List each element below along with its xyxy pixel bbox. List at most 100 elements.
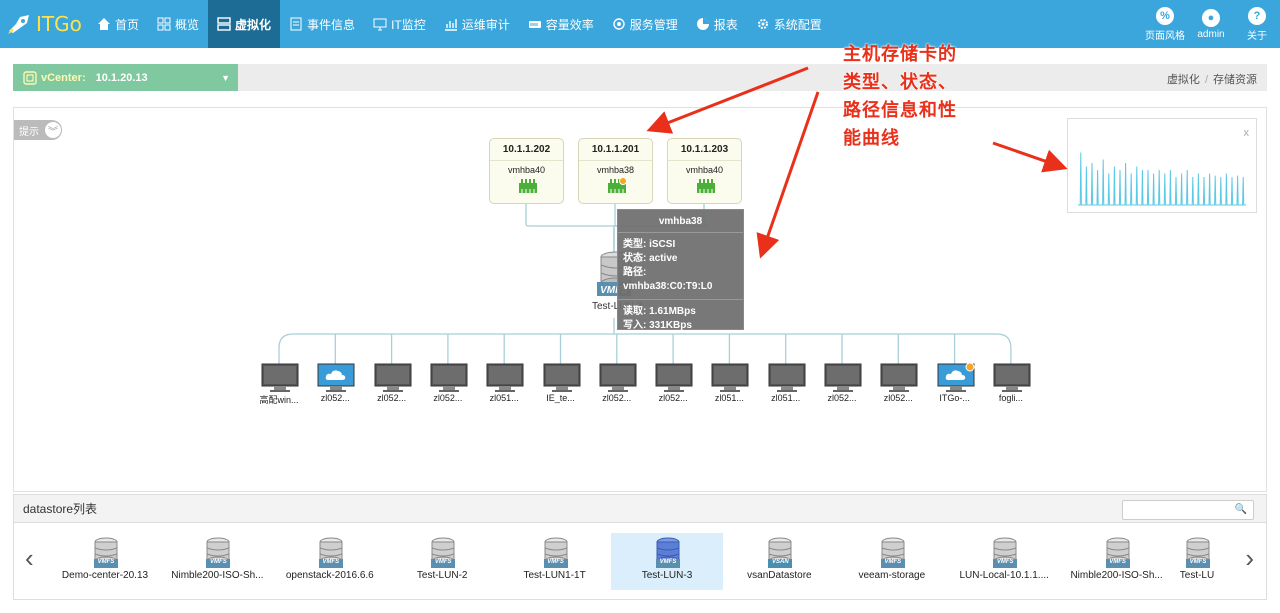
nav-item-0[interactable]: 首页 xyxy=(88,0,148,48)
vm-node[interactable]: zl052... xyxy=(592,363,642,403)
vm-name: fogli... xyxy=(998,393,1023,403)
vm-node[interactable]: zl052... xyxy=(648,363,698,403)
datastore-item[interactable]: VMFS Test-LUN-2 xyxy=(386,533,498,590)
nav-item-7[interactable]: 服务管理 xyxy=(603,0,687,48)
datastore-item[interactable]: VMFS Test-LU xyxy=(1173,533,1221,590)
datastore-item[interactable]: VMFS Test-LUN-3 xyxy=(611,533,723,590)
vm-name: zl052... xyxy=(377,393,407,403)
vm-node[interactable]: zl051... xyxy=(761,363,811,403)
vcenter-selector[interactable]: vCenter: 10.1.20.13 ▼ xyxy=(13,64,238,91)
datastore-badge: VMFS xyxy=(434,559,452,565)
rocket-icon xyxy=(8,15,29,34)
user-nav: % 页面风格 ● admin? 关于 xyxy=(1142,0,1280,48)
nav-item-6[interactable]: 容量效率 xyxy=(519,0,603,48)
datastore-icon: VMFS xyxy=(317,537,343,568)
main-nav: 首页 概览 虚拟化 事件信息 IT监控 运维审计 容量效率 服务管理 报表 系统配置 xyxy=(88,0,831,48)
cloud-vm-icon xyxy=(317,363,355,392)
host-node[interactable]: 10.1.1.202 vmhba40 xyxy=(489,138,564,204)
datastore-badge: VMFS xyxy=(547,559,564,565)
user-nav-label: 页面风格 xyxy=(1145,30,1185,42)
vm-node[interactable]: zl051... xyxy=(704,363,754,403)
home-icon xyxy=(97,17,111,31)
nav-item-8[interactable]: 报表 xyxy=(687,0,747,48)
nav-item-1[interactable]: 概览 xyxy=(148,0,208,48)
datastore-icon: VMFS xyxy=(542,537,568,568)
datastore-icon: VMFS xyxy=(654,537,680,568)
datastore-name: Nimble200-ISO-Sh... xyxy=(171,570,264,581)
carousel-next-button[interactable]: › xyxy=(1245,545,1254,571)
nav-item-label: 系统配置 xyxy=(773,17,822,32)
hint-label: 提示 xyxy=(19,126,39,138)
app-logo[interactable]: ITGo xyxy=(6,8,82,40)
hba-name: vmhba38 xyxy=(596,165,635,175)
user-nav-item-1[interactable]: ● admin xyxy=(1188,0,1234,48)
breadcrumb: 虚拟化 / 存储资源 xyxy=(1167,71,1257,87)
datastore-item[interactable]: VMFS openstack-2016.6.6 xyxy=(274,533,386,590)
nic-warning-icon xyxy=(607,177,627,193)
vm-node[interactable]: zl052... xyxy=(423,363,473,403)
host-node[interactable]: 10.1.1.203 vmhba40 xyxy=(667,138,742,204)
datastore-list-panel: datastore列表 🔍 ‹ VMFS Demo-center-20.13 VMF… xyxy=(13,494,1267,600)
nav-item-label: 报表 xyxy=(713,17,738,32)
vcenter-label: vCenter: xyxy=(41,71,86,84)
vm-node[interactable]: zl052... xyxy=(817,363,867,403)
vm-node[interactable]: ITGo-... xyxy=(930,362,980,403)
annotation-callout: 主机存储卡的 类型、状态、 路径信息和性 能曲线 xyxy=(843,40,983,152)
datastore-item[interactable]: VMFS Demo-center-20.13 xyxy=(49,533,161,590)
service-icon xyxy=(612,17,626,31)
datastore-search-input[interactable]: 🔍 xyxy=(1122,500,1254,520)
monitor-icon xyxy=(373,17,387,31)
nav-item-4[interactable]: IT监控 xyxy=(364,0,435,48)
carousel-prev-button[interactable]: ‹ xyxy=(25,545,34,571)
user-nav-item-0[interactable]: % 页面风格 xyxy=(1142,0,1188,48)
user-nav-item-2[interactable]: ? 关于 xyxy=(1234,0,1280,48)
logo-text: ITGo xyxy=(36,12,82,36)
tooltip-status: 状态: active xyxy=(623,253,678,264)
hba-name: vmhba40 xyxy=(685,165,724,175)
breadcrumb-current: 存储资源 xyxy=(1213,74,1257,86)
datastore-badge: VMFS xyxy=(210,559,227,565)
vm-node[interactable]: IE_te... xyxy=(536,363,586,403)
tooltip-path: 路径: vmhba38:C0:T9:L0 xyxy=(623,267,713,292)
hba-name: vmhba40 xyxy=(507,165,546,175)
annotation-line: 能曲线 xyxy=(843,128,900,148)
datastore-badge: VMFS xyxy=(322,559,340,565)
nav-item-9[interactable]: 系统配置 xyxy=(747,0,831,48)
datastore-item[interactable]: VSAN vsanDatastore xyxy=(723,533,835,590)
breadcrumb-parent[interactable]: 虚拟化 xyxy=(1167,74,1200,86)
vm-node[interactable]: zl052... xyxy=(310,363,360,403)
vm-node[interactable]: zl051... xyxy=(479,363,529,403)
nav-item-3[interactable]: 事件信息 xyxy=(280,0,364,48)
vm-node[interactable]: zl052... xyxy=(367,363,417,403)
datastore-item[interactable]: VMFS LUN-Local-10.1.1.... xyxy=(948,533,1060,590)
datastore-name: Test-LUN-3 xyxy=(641,570,693,581)
search-icon: 🔍 xyxy=(1234,504,1247,515)
nav-item-2[interactable]: 虚拟化 xyxy=(208,0,281,48)
close-icon[interactable]: x xyxy=(1244,127,1250,139)
nav-item-label: 运维审计 xyxy=(461,17,510,32)
chevron-down-icon: ︾ xyxy=(45,122,61,138)
datastore-item[interactable]: VMFS Nimble200-ISO-Sh... xyxy=(161,533,273,590)
vm-monitor-icon xyxy=(655,363,693,392)
chevron-down-icon: ▼ xyxy=(221,73,230,83)
nav-item-5[interactable]: 运维审计 xyxy=(435,0,519,48)
datastore-icon: VMFS xyxy=(879,537,905,568)
host-ip: 10.1.1.203 xyxy=(668,139,741,161)
vm-name: zl051... xyxy=(489,393,519,403)
hba-tooltip: vmhba38 类型: iSCSI 状态: active 路径: vmhba38… xyxy=(617,209,744,331)
datastore-icon: VMFS xyxy=(1104,537,1130,568)
hint-toggle[interactable]: 提示 ︾ xyxy=(14,120,62,140)
vm-node[interactable]: fogli... xyxy=(986,363,1036,403)
annotation-line: 路径信息和性 xyxy=(843,100,957,120)
vm-node[interactable]: zl052... xyxy=(873,363,923,403)
vm-node[interactable]: 高配win... xyxy=(254,363,304,406)
datastore-item[interactable]: VMFS Nimble200-ISO-Sh... xyxy=(1061,533,1173,590)
datastore-badge: VMFS xyxy=(1189,559,1207,565)
datastore-item[interactable]: VMFS veeam-storage xyxy=(836,533,948,590)
datastore-name: openstack-2016.6.6 xyxy=(285,570,374,581)
datastore-badge: VMFS xyxy=(1109,559,1126,565)
host-node[interactable]: 10.1.1.201 vmhba38 xyxy=(578,138,653,204)
host-ip: 10.1.1.202 xyxy=(490,139,563,161)
datastore-item[interactable]: VMFS Test-LUN1-1T xyxy=(499,533,611,590)
vm-name: zl052... xyxy=(602,393,632,403)
